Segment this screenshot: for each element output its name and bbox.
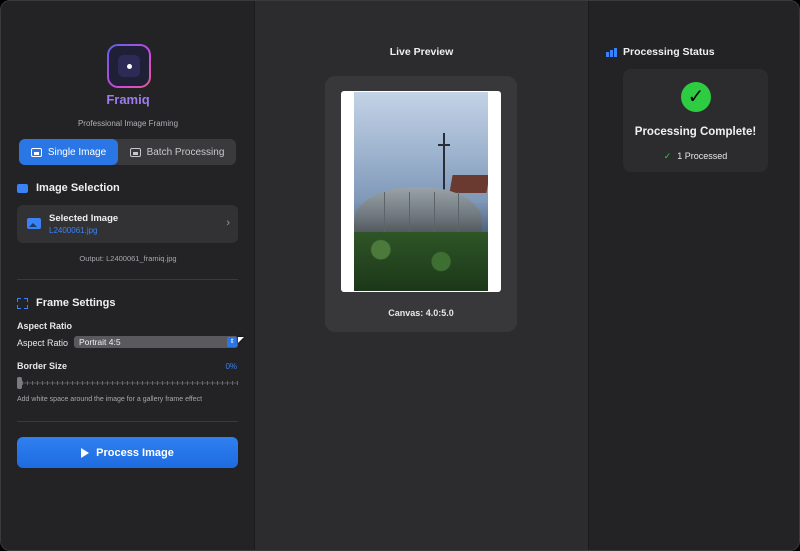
preview-panel: Live Preview Canvas: 4.0:5.0 [255,1,588,550]
app-name: Framiq [106,92,150,107]
divider [17,421,238,422]
border-size-slider-knob[interactable] [17,377,22,389]
output-filename: Output: L2400061_framiq.jpg [79,254,177,263]
aspect-ratio-label: Aspect Ratio [17,338,69,348]
preview-title: Live Preview [389,46,454,58]
play-icon [81,447,90,458]
bar-chart-icon [606,47,617,57]
processed-count-label: 1 Processed [677,151,728,161]
tab-batch-processing[interactable]: Batch Processing [118,139,236,165]
mode-segmented-control: Single Image Batch Processing [19,139,236,165]
stack-icon [129,147,141,157]
checkmark-icon: ✓ [663,151,672,161]
border-size-label: Border Size [17,361,68,371]
border-size-value: 0% [225,362,237,371]
frame-settings-title: Frame Settings [36,297,116,309]
selected-image-card[interactable]: Selected Image L2400061.jpg › [17,205,238,243]
selected-image-title: Selected Image [49,213,119,224]
status-card: ✓ Processing Complete! ✓ 1 Processed [623,69,768,172]
chevron-updown-icon: ⇕ [227,337,237,347]
aspect-ratio-value: Portrait 4:5 [79,337,121,347]
border-size-slider[interactable] [17,381,238,385]
status-title: Processing Status [623,46,715,58]
image-selection-heading: Image Selection [17,182,120,194]
divider [17,279,238,280]
process-image-button[interactable]: Process Image [17,437,238,468]
frame-settings-heading: Frame Settings [17,297,115,309]
photo-icon [27,218,41,229]
chevron-right-icon: › [226,217,230,229]
mouse-cursor-icon [238,337,244,343]
status-heading: Processing Status [606,46,715,58]
preview-container: Canvas: 4.0:5.0 [325,76,517,332]
image-icon [17,183,28,193]
canvas-ratio-label: Canvas: 4.0:5.0 [388,308,454,318]
app-window: Framiq Professional Image Framing Single… [0,0,800,551]
framed-canvas [341,91,501,292]
settings-sidebar: Framiq Professional Image Framing Single… [1,1,255,550]
tab-single-image[interactable]: Single Image [19,139,118,165]
tab-single-image-label: Single Image [47,146,107,158]
selected-file-name: L2400061.jpg [49,226,98,235]
checkmark-circle-icon: ✓ [681,82,711,112]
frame-corners-icon [17,297,28,309]
app-logo [107,44,151,88]
image-selection-title: Image Selection [36,182,120,194]
photo-icon [30,147,42,157]
status-headline: Processing Complete! [634,126,757,138]
process-image-label: Process Image [96,446,174,459]
preview-photo [354,92,488,291]
border-size-hint: Add white space around the image for a g… [17,396,203,403]
processed-count: ✓ 1 Processed [623,151,768,162]
tab-batch-processing-label: Batch Processing [146,146,225,158]
app-tagline: Professional Image Framing [77,119,179,128]
status-panel: Processing Status ✓ Processing Complete!… [588,1,799,550]
aspect-ratio-heading: Aspect Ratio [17,321,73,331]
aspect-ratio-select[interactable]: Portrait 4:5 ⇕ [74,336,238,348]
